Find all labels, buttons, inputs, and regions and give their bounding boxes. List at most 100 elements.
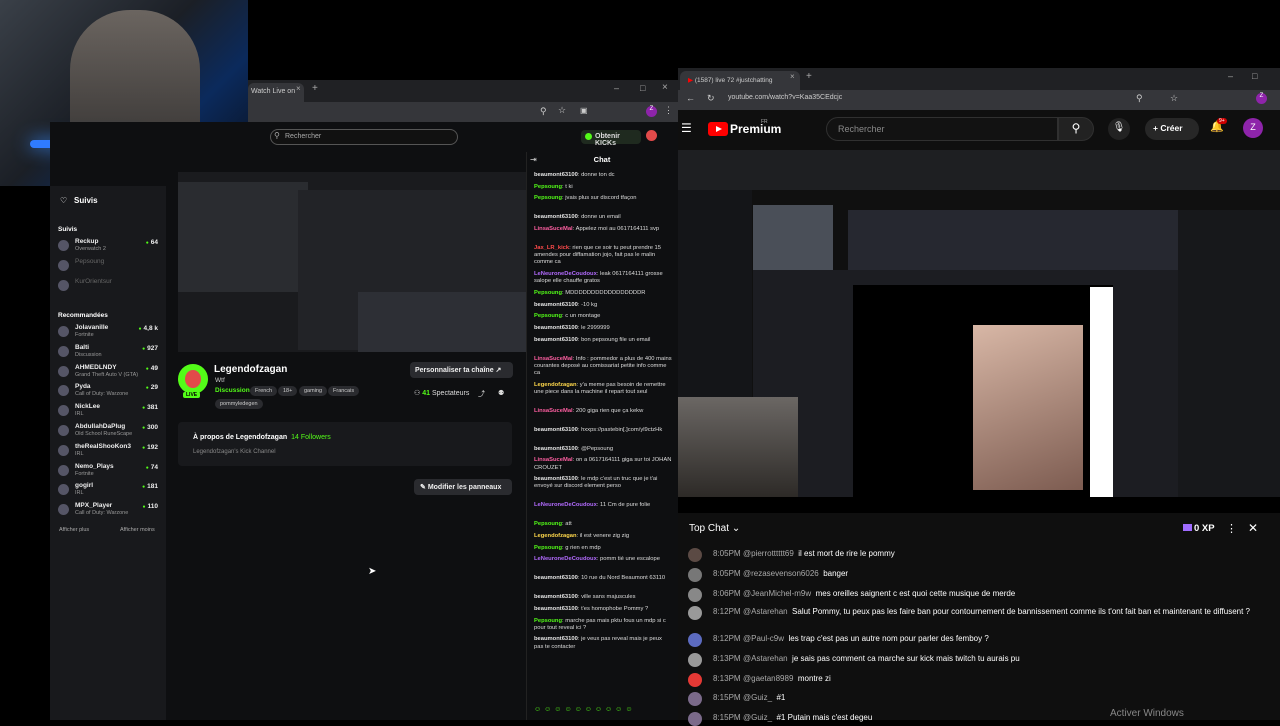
chat-avatar[interactable] [688,692,702,706]
chat-username[interactable]: beaumont63100 [534,476,578,482]
chat-username[interactable]: Jax_LR_kick [534,245,569,251]
youtube-video-player[interactable] [678,150,1280,497]
chat-avatar[interactable] [688,548,702,562]
close-chat-icon[interactable]: ✕ [1248,521,1258,535]
reload-icon[interactable]: ↻ [707,93,715,104]
chat-username[interactable]: beaumont63100 [534,302,578,308]
chat-username[interactable]: Legendofzagan [534,382,577,388]
chat-username[interactable]: LinsaSuceMal [534,457,573,463]
chat-username[interactable]: beaumont63100 [534,325,578,331]
sidebar-channel[interactable]: gogirlIRL 181 [58,482,160,500]
chat-avatar[interactable] [688,568,702,582]
back-icon[interactable]: ← [686,93,695,103]
chat-username[interactable]: @Astarehan [743,607,788,616]
sidebar-channel[interactable]: PydaCall of Duty: Warzone 29 [58,383,160,401]
sidebar-channel[interactable]: JolavanilleFortnite 4,8 k [58,324,160,342]
youtube-brand[interactable]: Premium [730,122,781,136]
tag-chip[interactable]: gaming [299,386,328,396]
kick-address-bar[interactable]: ⚲ ☆ ▣ Z ⋮ [248,102,678,122]
zoom-icon[interactable]: ⚲ [540,106,547,117]
chat-username[interactable]: Pepsoung [534,521,562,527]
close-tab-icon[interactable]: × [296,84,301,93]
chat-username[interactable]: beaumont63100 [534,636,578,642]
chat-username[interactable]: Pepsoung [534,618,562,624]
chat-username[interactable]: beaumont63100 [534,337,578,343]
chat-username[interactable]: LeNeuroneDeCoudoux [534,556,597,562]
chat-username[interactable]: @rezasevenson6026 [743,569,819,578]
chat-username[interactable]: @Guiz_ [743,693,772,702]
zoom-icon[interactable]: ⚲ [1136,93,1143,104]
chat-avatar[interactable] [688,606,702,620]
chat-username[interactable]: Pepsoung [534,545,562,551]
profile-avatar[interactable]: Z [1256,93,1267,104]
sidebar-channel[interactable]: BaltiDiscussion 927 [58,344,160,362]
chat-username[interactable]: beaumont63100 [534,214,578,220]
chat-username[interactable]: Pepsoung [534,184,562,190]
show-less-link[interactable]: Afficher moins [120,527,155,533]
chat-username[interactable]: Pepsoung [534,290,562,296]
channel-name[interactable]: Legendofzagan [214,364,287,375]
chat-username[interactable]: beaumont63100 [534,594,578,600]
chat-username[interactable]: Pepsoung [534,195,562,201]
chat-username[interactable]: LinsaSuceMal [534,226,573,232]
minimize-icon[interactable]: – [1228,71,1233,81]
menu-dots-icon[interactable]: ⋮ [664,105,673,116]
chat-avatar[interactable] [688,673,702,687]
youtube-logo[interactable] [708,122,728,136]
new-tab-icon[interactable]: + [312,83,318,94]
chat-username[interactable]: Pepsoung [534,313,562,319]
close-tab-icon[interactable]: × [790,72,795,81]
chat-username[interactable]: LeNeuroneDeCoudoux [534,502,597,508]
chat-username[interactable]: beaumont63100 [534,446,578,452]
account-avatar[interactable]: Z [1243,118,1263,138]
channel-avatar[interactable] [178,364,208,394]
sidebar-channel[interactable]: Nemo_PlaysFortnite 74 [58,463,160,481]
user-avatar[interactable] [646,130,657,141]
microphone-icon[interactable]: 🎙 [1108,118,1130,140]
emote-bar[interactable]: ☺☺☺☺☺☺☺☺☺☺ [534,706,674,716]
chat-username[interactable]: LeNeuroneDeCoudoux [534,271,597,277]
sidebar-channel[interactable]: MPX_PlayerCall of Duty: Warzone 110 [58,502,160,520]
share-icon[interactable]: ⤴ [478,389,485,399]
xp-counter[interactable]: 0 XP [1183,523,1215,534]
sidebar-channel[interactable]: ReckupOverwatch 2 64 [58,238,160,256]
chat-username[interactable]: LinsaSuceMal [534,356,573,362]
chat-username[interactable]: LinsaSuceMal [534,408,573,414]
new-tab-icon[interactable]: + [806,71,812,82]
chat-username[interactable]: @Astarehan [743,654,788,663]
tag-chip[interactable]: pommyledegen [215,399,263,409]
menu-dots-icon[interactable]: ⋮ [1226,522,1237,535]
customize-channel-button[interactable]: Personnaliser ta chaîne ↗ [410,362,513,378]
bookmark-star-icon[interactable]: ☆ [1170,93,1178,104]
chat-username[interactable]: beaumont63100 [534,172,578,178]
chat-username[interactable]: beaumont63100 [534,606,578,612]
create-button[interactable]: + Créer [1145,118,1199,140]
sidebar-channel[interactable]: AbdullahDaPlugOld School RuneScape 300 [58,423,160,441]
chat-avatar[interactable] [688,633,702,647]
chat-username[interactable]: @JeanMichel-m9w [743,589,811,598]
edit-panels-button[interactable]: ✎ Modifier les panneaux [414,479,512,495]
chat-username[interactable]: beaumont63100 [534,575,578,581]
top-chat-dropdown[interactable]: Top Chat ⌄ [689,523,740,534]
maximize-icon[interactable]: □ [640,83,645,93]
sidebar-channel[interactable]: theRealShooKon3IRL 192 [58,443,160,461]
extension-icon[interactable]: ▣ [580,106,588,115]
chat-username[interactable]: @Guiz_ [743,713,772,722]
obtain-kicks-button[interactable]: Obtenir KICKs [581,130,641,147]
maximize-icon[interactable]: □ [1252,71,1257,81]
tag-chip[interactable]: 18+ [278,386,298,396]
bookmark-star-icon[interactable]: ☆ [558,105,566,116]
show-more-link[interactable]: Afficher plus [59,527,89,533]
chat-avatar[interactable] [688,588,702,602]
chat-username[interactable]: @pierrotttttt69 [743,549,794,558]
url-text[interactable]: youtube.com/watch?v=Kaa35CEdcjc [728,94,842,101]
chat-username[interactable]: beaumont63100 [534,427,578,433]
chat-username[interactable]: Legendofzagan [534,533,577,539]
sidebar-channel[interactable]: Pepsoung [58,258,160,276]
hamburger-menu-icon[interactable]: ☰ [681,121,692,135]
chat-avatar[interactable] [688,653,702,667]
stream-video-player[interactable] [178,172,526,352]
tag-chip[interactable]: French [250,386,278,396]
profile-icon[interactable]: ⚉ [498,389,504,397]
sidebar-channel[interactable]: NickLeeIRL 381 [58,403,160,421]
